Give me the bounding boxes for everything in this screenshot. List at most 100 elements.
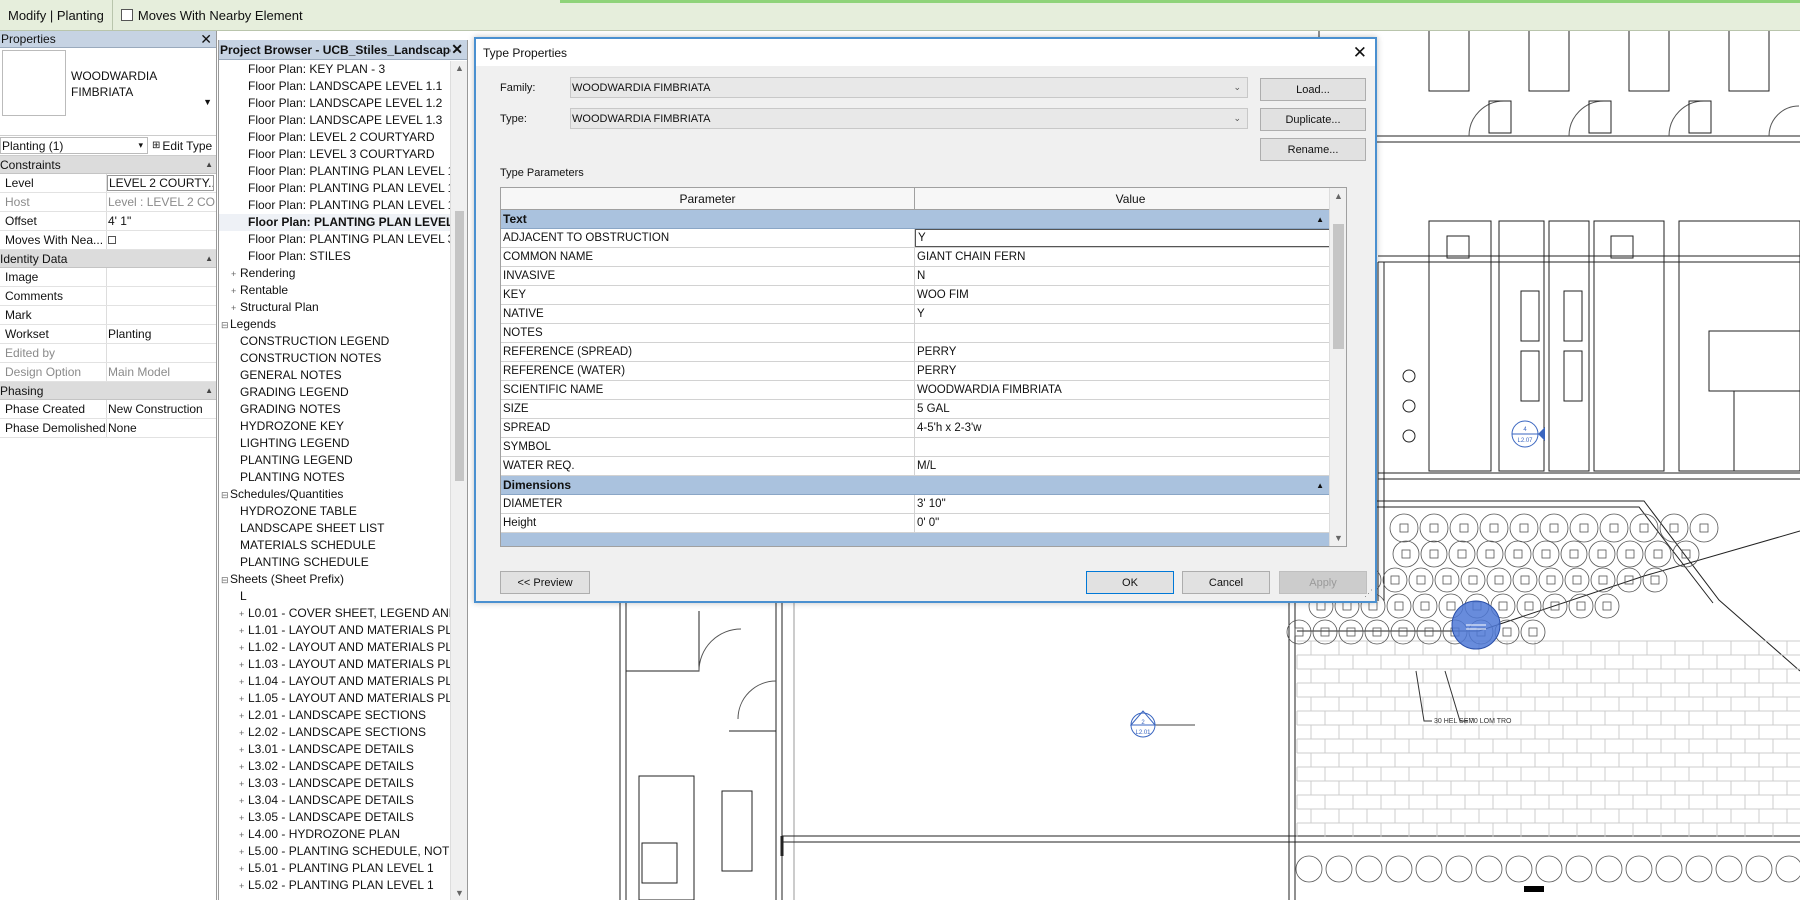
browser-item[interactable]: L <box>219 588 451 605</box>
property-checkbox[interactable] <box>108 236 116 244</box>
expand-icon[interactable]: + <box>239 674 248 690</box>
scroll-thumb[interactable] <box>455 211 464 481</box>
browser-item[interactable]: + Rentable <box>219 282 451 299</box>
browser-item[interactable]: PLANTING NOTES <box>219 469 451 486</box>
type-dropdown[interactable]: WOODWARDIA FIMBRIATA ⌄ <box>570 108 1248 129</box>
parameter-value[interactable]: 4-5'h x 2-3'w <box>915 419 1330 437</box>
parameter-value[interactable]: 0' 0" <box>915 514 1330 532</box>
chevron-down-icon[interactable]: ▼ <box>203 97 212 107</box>
parameter-value[interactable]: M/L <box>915 457 1330 475</box>
browser-item[interactable]: + L3.01 - LANDSCAPE DETAILS <box>219 741 451 758</box>
expand-icon[interactable]: + <box>231 266 240 282</box>
browser-item[interactable]: GENERAL NOTES <box>219 367 451 384</box>
browser-item[interactable]: + L2.02 - LANDSCAPE SECTIONS <box>219 724 451 741</box>
expand-icon[interactable]: + <box>239 640 248 656</box>
parameter-value[interactable]: GIANT CHAIN FERN <box>915 248 1330 266</box>
cancel-button[interactable]: Cancel <box>1182 571 1270 594</box>
browser-item[interactable]: Floor Plan: LANDSCAPE LEVEL 1.2 <box>219 95 451 112</box>
collapse-icon[interactable]: ▲ <box>205 160 213 169</box>
close-icon[interactable]: ✕ <box>200 31 212 48</box>
expand-icon[interactable]: + <box>239 606 248 622</box>
expand-icon[interactable]: + <box>239 827 248 843</box>
browser-item[interactable]: ⊟Schedules/Quantities <box>219 486 451 503</box>
property-value[interactable] <box>107 268 216 286</box>
modify-planting-tab[interactable]: Modify | Planting <box>0 0 113 30</box>
browser-item[interactable]: + L1.04 - LAYOUT AND MATERIALS PLA <box>219 673 451 690</box>
parameter-group-header[interactable]: Text ▲ <box>501 210 1330 229</box>
scroll-thumb[interactable] <box>1333 224 1344 349</box>
scroll-up-icon[interactable]: ▲ <box>451 63 468 73</box>
ok-button[interactable]: OK <box>1086 571 1174 594</box>
scroll-down-icon[interactable]: ▼ <box>451 888 468 898</box>
expand-icon[interactable]: + <box>231 300 240 316</box>
browser-item[interactable]: + L3.03 - LANDSCAPE DETAILS <box>219 775 451 792</box>
property-group-header[interactable]: Identity Data ▲ <box>0 250 216 268</box>
parameter-group-header[interactable]: Dimensions ▲ <box>501 476 1330 495</box>
browser-item[interactable]: Floor Plan: PLANTING PLAN LEVEL <box>219 214 451 231</box>
expand-icon[interactable]: ⊟ <box>221 487 230 503</box>
browser-item[interactable]: CONSTRUCTION LEGEND <box>219 333 451 350</box>
section-tag-icon[interactable]: 2 L2.01 <box>1129 710 1195 738</box>
browser-item[interactable]: PLANTING SCHEDULE <box>219 554 451 571</box>
property-group-header[interactable]: Phasing ▲ <box>0 382 216 400</box>
property-value[interactable] <box>107 287 216 305</box>
close-icon[interactable]: ✕ <box>451 41 463 58</box>
expand-icon[interactable]: + <box>239 691 248 707</box>
section-tag-icon[interactable]: 4 L2.07 <box>1511 420 1545 448</box>
duplicate-button[interactable]: Duplicate... <box>1260 108 1366 131</box>
browser-item[interactable]: Floor Plan: LEVEL 3 COURTYARD <box>219 146 451 163</box>
browser-item[interactable]: + L3.04 - LANDSCAPE DETAILS <box>219 792 451 809</box>
property-group-header[interactable]: Constraints ▲ <box>0 156 216 174</box>
browser-item[interactable]: Floor Plan: PLANTING PLAN LEVEL 1. <box>219 180 451 197</box>
collapse-icon[interactable]: ▲ <box>205 254 213 263</box>
expand-icon[interactable]: + <box>231 283 240 299</box>
expand-icon[interactable]: ⊟ <box>221 572 230 588</box>
load-button[interactable]: Load... <box>1260 78 1366 101</box>
expand-icon[interactable]: + <box>239 878 248 894</box>
property-value[interactable] <box>107 231 216 249</box>
close-icon[interactable]: ✕ <box>1353 43 1367 63</box>
collapse-icon[interactable]: ▲ <box>1316 215 1324 224</box>
browser-item[interactable]: + L3.02 - LANDSCAPE DETAILS <box>219 758 451 775</box>
browser-scrollbar[interactable]: ▲ ▼ <box>450 61 467 900</box>
parameter-value[interactable]: PERRY <box>915 362 1330 380</box>
preview-button[interactable]: << Preview <box>500 571 590 594</box>
parameter-value[interactable] <box>915 324 1330 342</box>
property-value[interactable]: New Construction <box>107 400 216 418</box>
browser-item[interactable]: CONSTRUCTION NOTES <box>219 350 451 367</box>
grid-scrollbar[interactable]: ▲ ▼ <box>1329 188 1346 546</box>
edit-type-button[interactable]: ⊞ Edit Type <box>148 139 212 153</box>
property-value[interactable]: Planting <box>107 325 216 343</box>
browser-item[interactable]: Floor Plan: KEY PLAN - 3 <box>219 61 451 78</box>
parameter-value[interactable] <box>915 438 1330 456</box>
expand-icon[interactable]: + <box>239 657 248 673</box>
browser-item[interactable]: + L2.01 - LANDSCAPE SECTIONS <box>219 707 451 724</box>
browser-item[interactable]: Floor Plan: PLANTING PLAN LEVEL 1. <box>219 197 451 214</box>
browser-item[interactable]: + L1.05 - LAYOUT AND MATERIALS PLA <box>219 690 451 707</box>
browser-item[interactable]: ⊟Legends <box>219 316 451 333</box>
parameter-value[interactable]: WOODWARDIA FIMBRIATA <box>915 381 1330 399</box>
browser-item[interactable]: Floor Plan: LANDSCAPE LEVEL 1.3 <box>219 112 451 129</box>
browser-item[interactable]: + L4.00 - HYDROZONE PLAN <box>219 826 451 843</box>
rename-button[interactable]: Rename... <box>1260 138 1366 161</box>
property-value[interactable]: LEVEL 2 COURTY... <box>107 175 214 191</box>
type-selector[interactable]: WOODWARDIA FIMBRIATA ▼ <box>0 48 216 136</box>
parameter-value[interactable]: Y <box>915 229 1330 247</box>
collapse-icon[interactable]: ▲ <box>1316 481 1324 490</box>
browser-item[interactable]: PLANTING LEGEND <box>219 452 451 469</box>
moves-with-nearby-option[interactable]: Moves With Nearby Element <box>113 8 303 23</box>
browser-item[interactable]: HYDROZONE KEY <box>219 418 451 435</box>
expand-icon[interactable]: + <box>239 623 248 639</box>
moves-with-nearby-checkbox[interactable] <box>120 9 133 21</box>
browser-item[interactable]: Floor Plan: PLANTING PLAN LEVEL 1. <box>219 163 451 180</box>
browser-item[interactable]: Floor Plan: STILES <box>219 248 451 265</box>
browser-item[interactable]: + Structural Plan <box>219 299 451 316</box>
expand-icon[interactable]: + <box>239 708 248 724</box>
browser-item[interactable]: + L5.01 - PLANTING PLAN LEVEL 1 <box>219 860 451 877</box>
browser-item[interactable]: + L0.01 - COVER SHEET, LEGEND AND <box>219 605 451 622</box>
parameter-value[interactable]: 3' 10" <box>915 495 1330 513</box>
browser-item[interactable]: LIGHTING LEGEND <box>219 435 451 452</box>
browser-item[interactable]: HYDROZONE TABLE <box>219 503 451 520</box>
family-dropdown[interactable]: WOODWARDIA FIMBRIATA ⌄ <box>570 77 1248 98</box>
browser-item[interactable]: ⊟Sheets (Sheet Prefix) <box>219 571 451 588</box>
